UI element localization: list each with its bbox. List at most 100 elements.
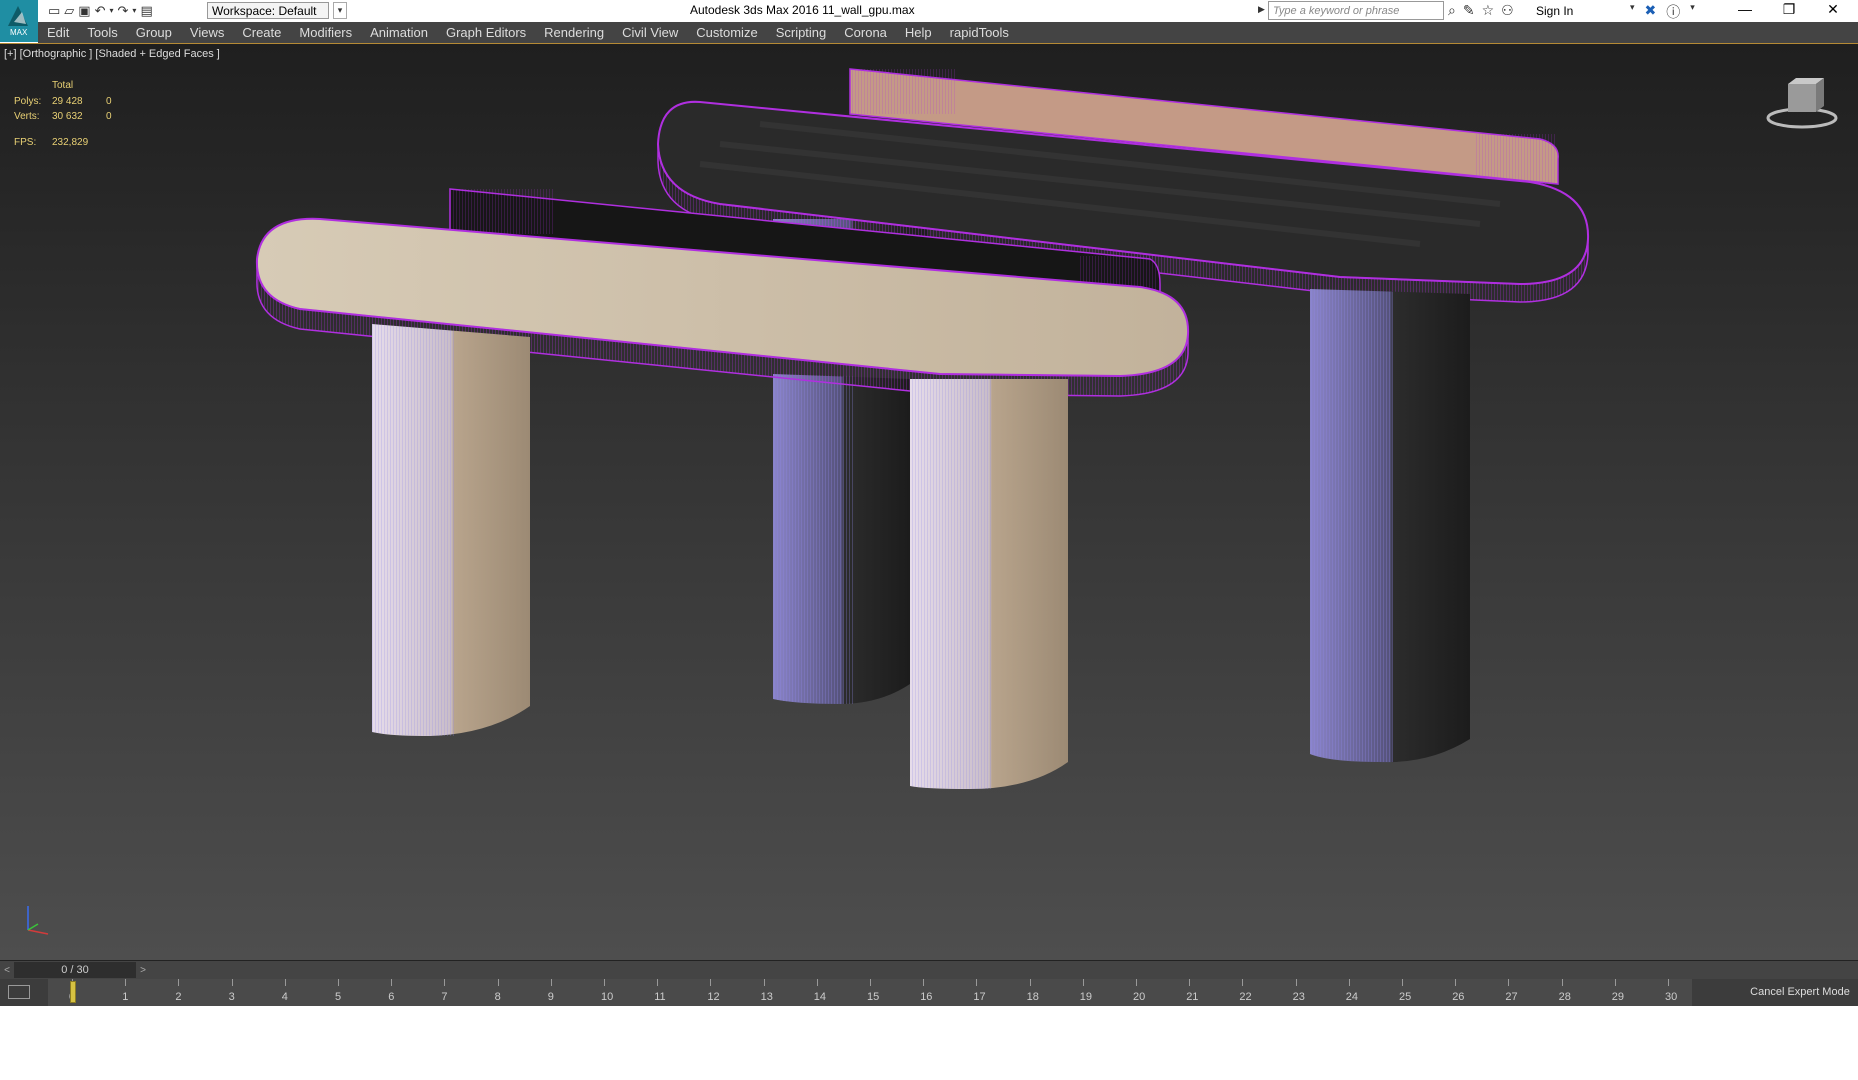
ruler-tick [604, 979, 605, 986]
ruler-tick-label: 14 [813, 991, 827, 1003]
ruler-tick-label: 28 [1558, 991, 1571, 1003]
light-table-right-leg[interactable] [910, 379, 1068, 789]
ruler-tick [870, 979, 871, 986]
menu-graph-editors[interactable]: Graph Editors [437, 25, 535, 40]
menu-rendering[interactable]: Rendering [535, 25, 613, 40]
verts-selected: 0 [106, 111, 112, 122]
ruler-tick-label: 30 [1665, 991, 1678, 1003]
redo-dropdown-icon[interactable]: ▾ [132, 6, 136, 15]
menu-modifiers[interactable]: Modifiers [290, 25, 361, 40]
undo-icon[interactable]: ↶ [95, 3, 106, 19]
max-logo-icon [8, 6, 28, 26]
ruler-tick [1614, 979, 1616, 986]
ruler-tick [497, 979, 499, 986]
time-slider-next-icon[interactable]: > [136, 961, 150, 980]
ruler-tick-label: 6 [388, 991, 395, 1003]
binoculars-icon[interactable]: ⌕ [1448, 2, 1456, 19]
minimize-button[interactable]: — [1733, 1, 1757, 17]
ruler-tick-label: 26 [1452, 991, 1465, 1003]
help-dropdown-icon[interactable]: ▾ [1690, 2, 1695, 22]
sign-in-dropdown-icon[interactable]: ▾ [1630, 2, 1635, 22]
logo-text: MAX [10, 28, 28, 37]
menu-rapidtools[interactable]: rapidTools [941, 25, 1018, 40]
search-input[interactable]: Type a keyword or phrase [1268, 1, 1444, 20]
menu-bar: Edit Tools Group Views Create Modifiers Animat… [38, 22, 1858, 43]
light-table-back-leg[interactable] [773, 374, 910, 704]
time-slider-prev-icon[interactable]: < [0, 961, 14, 980]
close-button[interactable]: ✕ [1821, 1, 1845, 18]
customize-quick-access-icon[interactable]: ▾ [333, 2, 347, 19]
menu-customize[interactable]: Customize [687, 25, 766, 40]
ruler-tick [1668, 979, 1669, 986]
menu-corona[interactable]: Corona [835, 25, 896, 40]
sign-in-link[interactable]: Sign In [1536, 4, 1573, 18]
ruler-tick-label: 4 [281, 991, 288, 1003]
window-title: Autodesk 3ds Max 2016 11_wall_gpu.max [690, 3, 915, 17]
ruler-tick [923, 979, 925, 986]
ruler-tick-label: 5 [335, 991, 342, 1003]
time-slider-handle[interactable] [70, 981, 76, 1003]
subscription-icon[interactable]: ✎ [1463, 2, 1475, 19]
verts-label: Verts: [14, 111, 40, 122]
ruler-tick-label: 12 [707, 991, 720, 1003]
viewcube-icon[interactable] [1766, 76, 1838, 132]
light-table-left-leg[interactable] [372, 324, 530, 736]
track-bar-ruler[interactable]: 0123456789101112131415161718192021222324… [48, 979, 1692, 1006]
ruler-tick-label: 18 [1026, 991, 1039, 1003]
ruler-tick [1082, 979, 1084, 986]
ruler-tick-label: 23 [1292, 991, 1305, 1003]
favorites-star-icon[interactable]: ☆ [1482, 2, 1495, 19]
dark-table-front-leg[interactable] [1310, 289, 1470, 763]
title-bar: MAX ▭ ▱ ▣ ↶ ▾ ↷ ▾ ▤ Workspace: Default ▾… [0, 0, 1858, 42]
polys-selected: 0 [106, 95, 112, 107]
ruler-tick-label: 3 [228, 991, 235, 1003]
ruler-tick [1136, 979, 1137, 986]
ruler-tick [816, 979, 818, 986]
ruler-tick [178, 979, 180, 986]
infocenter-toolbar: ⌕ ✎ ☆ ⚇ [1448, 2, 1514, 19]
ruler-tick-label: 22 [1239, 991, 1252, 1003]
app-menu-button[interactable]: MAX [0, 0, 38, 42]
user-icon[interactable]: ⚇ [1501, 2, 1514, 19]
open-file-icon[interactable]: ▱ [64, 3, 74, 19]
menu-views[interactable]: Views [181, 25, 233, 40]
ruler-tick-label: 21 [1186, 991, 1199, 1003]
new-file-icon[interactable]: ▭ [48, 3, 60, 19]
stats-header: Total [52, 80, 74, 91]
ruler-tick [550, 979, 552, 986]
project-folder-icon[interactable]: ▤ [140, 3, 152, 19]
menu-group[interactable]: Group [127, 25, 181, 40]
mini-curve-editor-icon[interactable] [8, 985, 30, 999]
ruler-tick [763, 979, 765, 986]
ruler-tick [231, 979, 233, 986]
ruler-tick-label: 15 [867, 991, 880, 1003]
cancel-expert-mode-button[interactable]: Cancel Expert Mode [1742, 979, 1858, 1006]
empty-area [0, 1006, 1858, 1080]
save-file-icon[interactable]: ▣ [78, 3, 90, 19]
quick-access-toolbar: ▭ ▱ ▣ ↶ ▾ ↷ ▾ ▤ [48, 2, 153, 19]
menu-help[interactable]: Help [896, 25, 941, 40]
scene-geometry[interactable] [0, 44, 1858, 960]
ruler-tick [1189, 979, 1191, 986]
exchange-apps-icon[interactable]: ✖ [1645, 2, 1657, 22]
maximize-button[interactable]: ❐ [1777, 1, 1801, 18]
menu-tools[interactable]: Tools [78, 25, 126, 40]
search-expand-icon[interactable]: ▶ [1258, 4, 1265, 15]
time-slider-frame[interactable]: 0 / 30 [14, 962, 136, 978]
help-icon[interactable]: ⓘ [1666, 2, 1680, 22]
ruler-tick [976, 979, 978, 986]
ruler-tick [1029, 979, 1031, 986]
ruler-tick-label: 20 [1133, 991, 1146, 1003]
undo-dropdown-icon[interactable]: ▾ [110, 6, 114, 15]
perspective-viewport[interactable]: [+] [Orthographic ] [Shaded + Edged Face… [0, 43, 1858, 960]
workspace-dropdown[interactable]: Workspace: Default [207, 2, 329, 19]
menu-scripting[interactable]: Scripting [767, 25, 836, 40]
redo-icon[interactable]: ↷ [118, 3, 129, 19]
menu-civil-view[interactable]: Civil View [613, 25, 687, 40]
viewport-label-menu[interactable]: [+] [Orthographic ] [Shaded + Edged Face… [4, 48, 220, 60]
polys-total: 29 428 [52, 95, 83, 107]
menu-animation[interactable]: Animation [361, 25, 437, 40]
menu-create[interactable]: Create [233, 25, 290, 40]
ruler-tick-label: 1 [122, 991, 129, 1003]
menu-edit[interactable]: Edit [38, 25, 78, 40]
